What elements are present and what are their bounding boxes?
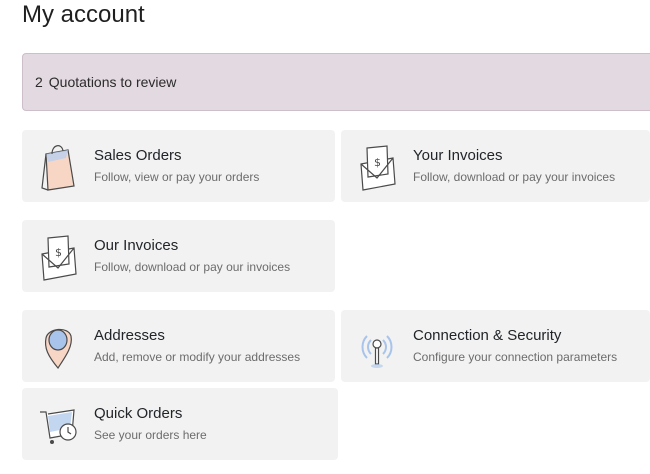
shopping-bag-icon xyxy=(38,140,78,192)
svg-text:$: $ xyxy=(374,156,381,169)
your-invoices-card[interactable]: $ Your Invoices Follow, download or pay … xyxy=(341,130,650,202)
antenna-icon xyxy=(357,320,397,372)
our-invoices-card[interactable]: $ Our Invoices Follow, download or pay o… xyxy=(22,220,335,292)
card-title: Your Invoices xyxy=(413,147,503,164)
quick-orders-card[interactable]: Quick Orders See your orders here xyxy=(22,388,338,460)
map-pin-icon xyxy=(38,320,78,372)
card-description: Follow, download or pay your invoices xyxy=(413,170,616,184)
card-description: Follow, download or pay our invoices xyxy=(94,260,291,274)
svg-text:$: $ xyxy=(55,246,62,259)
quotations-count: 2 xyxy=(35,74,43,90)
connection-security-card[interactable]: Connection & Security Configure your con… xyxy=(341,310,650,382)
card-description: Configure your connection parameters xyxy=(413,350,618,364)
card-description: See your orders here xyxy=(94,428,207,442)
card-description: Follow, view or pay your orders xyxy=(94,170,260,184)
card-description: Add, remove or modify your addresses xyxy=(94,350,301,364)
invoice-envelope-icon: $ xyxy=(38,230,78,282)
addresses-card[interactable]: Addresses Add, remove or modify your add… xyxy=(22,310,335,382)
page-title: My account xyxy=(22,1,145,28)
cart-clock-icon xyxy=(38,398,78,450)
card-title: Addresses xyxy=(94,327,165,344)
invoice-envelope-icon: $ xyxy=(357,140,397,192)
quotations-alert[interactable]: 2 Quotations to review xyxy=(22,53,650,111)
card-title: Connection & Security xyxy=(413,327,562,344)
quotations-label: Quotations to review xyxy=(48,74,177,90)
card-title: Sales Orders xyxy=(94,147,182,164)
card-title: Quick Orders xyxy=(94,405,183,422)
sales-orders-card[interactable]: Sales Orders Follow, view or pay your or… xyxy=(22,130,335,202)
card-title: Our Invoices xyxy=(94,237,179,254)
